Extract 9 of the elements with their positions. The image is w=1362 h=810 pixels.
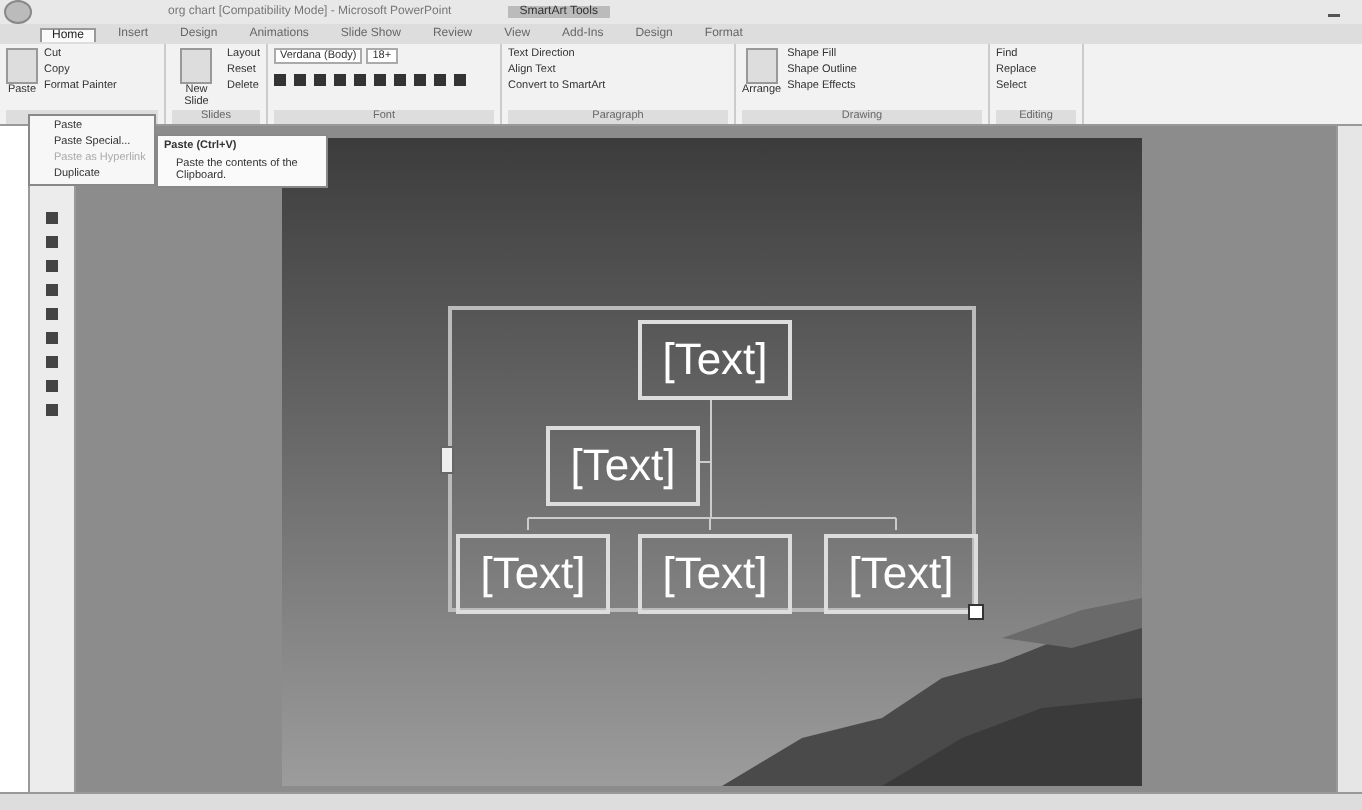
office-button[interactable]	[4, 0, 32, 24]
org-chart-node[interactable]: [Text]	[824, 534, 978, 614]
resize-handle[interactable]	[968, 604, 984, 620]
org-chart-node[interactable]: [Text]	[638, 534, 792, 614]
org-chart-node[interactable]: [Text]	[546, 426, 700, 506]
org-chart-node[interactable]: [Text]	[456, 534, 610, 614]
org-chart-node[interactable]: [Text]	[638, 320, 792, 400]
text-pane-handle[interactable]	[440, 446, 454, 474]
scrollbar[interactable]	[1336, 126, 1362, 792]
